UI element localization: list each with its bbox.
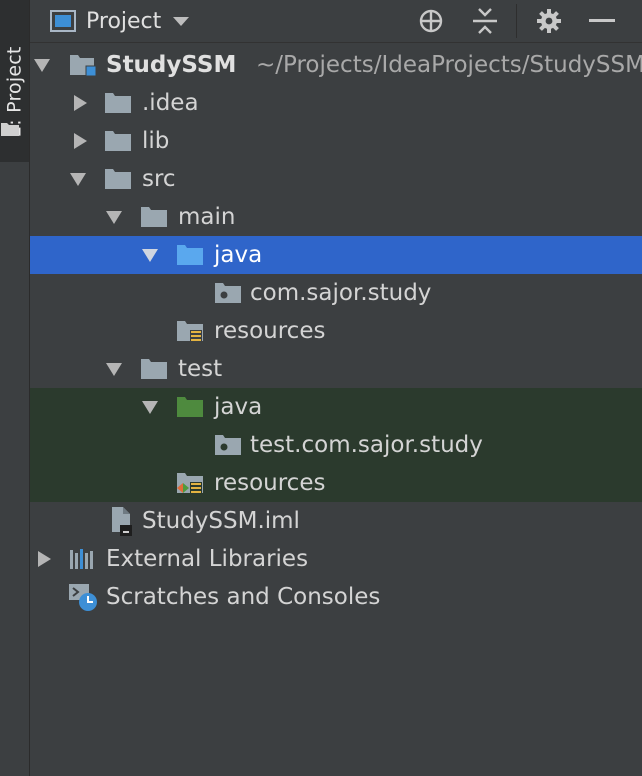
- tree-item-label: Scratches and Consoles: [106, 584, 381, 610]
- tree-item-label: com.sajor.study: [250, 280, 432, 306]
- chevron-down-icon: [173, 17, 190, 26]
- tree-item-main-java[interactable]: java: [30, 236, 642, 274]
- settings-button[interactable]: [535, 7, 563, 35]
- collapse-all-icon: [473, 8, 497, 34]
- resources-folder-icon: [177, 321, 203, 342]
- chevron-right-icon: [74, 133, 87, 149]
- tree-item-main[interactable]: main: [30, 198, 642, 236]
- minimize-icon: [589, 19, 615, 22]
- tree-item-lib[interactable]: lib: [30, 122, 642, 160]
- project-tool-tab[interactable]: 1: Project: [0, 0, 29, 162]
- project-path: ~/Projects/IdeaProjects/StudySSM: [256, 52, 642, 78]
- tree-item-label: resources: [214, 470, 326, 496]
- header-title: Project: [86, 8, 162, 34]
- folder-icon: [1, 123, 19, 136]
- chevron-down-icon: [106, 211, 122, 224]
- source-folder-icon: [177, 245, 203, 265]
- minimize-button[interactable]: [588, 7, 616, 35]
- module-folder-icon: [70, 55, 96, 77]
- folder-icon: [105, 131, 131, 151]
- tree-item-label: External Libraries: [106, 546, 309, 572]
- chevron-down-icon: [34, 59, 50, 72]
- tree-item-scratches[interactable]: Scratches and Consoles: [30, 578, 642, 616]
- tree-item-label: test.com.sajor.study: [250, 432, 483, 458]
- gear-icon: [537, 9, 561, 33]
- tree-item-src[interactable]: src: [30, 160, 642, 198]
- tree-item-label: lib: [142, 128, 170, 154]
- chevron-right-icon: [74, 95, 87, 111]
- tree-item-label: test: [178, 356, 223, 382]
- collapse-all-button[interactable]: [471, 7, 499, 35]
- tree-item-label: resources: [214, 318, 326, 344]
- locate-icon: [419, 9, 443, 33]
- tree-item-test-resources[interactable]: resources: [30, 464, 642, 502]
- tool-window-strip: 1: Project: [0, 0, 30, 776]
- tree-item-test-package[interactable]: test.com.sajor.study: [30, 426, 642, 464]
- view-selector[interactable]: Project: [50, 6, 190, 36]
- tree-item-label: java: [214, 242, 263, 268]
- tree-item-label: java: [214, 394, 263, 420]
- chevron-down-icon: [142, 249, 158, 262]
- folder-icon: [141, 359, 167, 379]
- project-view-icon: [50, 10, 76, 32]
- project-header: Project: [30, 0, 642, 43]
- tree-item-test-java[interactable]: java: [30, 388, 642, 426]
- test-folder-icon: [177, 397, 203, 417]
- tree-item-project-root[interactable]: StudySSM ~/Projects/IdeaProjects/StudySS…: [30, 46, 642, 84]
- tree-item-iml[interactable]: StudySSM.iml: [30, 502, 642, 540]
- tree-item-label: src: [142, 166, 176, 192]
- tree-item-external-libraries[interactable]: External Libraries: [30, 540, 642, 578]
- folder-icon: [141, 207, 167, 227]
- library-icon: [70, 549, 93, 569]
- folder-icon: [105, 169, 131, 189]
- tree-item-main-package[interactable]: com.sajor.study: [30, 274, 642, 312]
- tree-item-idea[interactable]: .idea: [30, 84, 642, 122]
- package-icon: [215, 283, 241, 303]
- scratches-icon: [69, 584, 97, 611]
- package-icon: [215, 435, 241, 455]
- module-file-icon: [112, 507, 132, 536]
- tree-item-main-resources[interactable]: resources: [30, 312, 642, 350]
- folder-icon: [105, 93, 131, 113]
- test-resources-folder-icon: [177, 473, 203, 494]
- project-tool-tab-label: 1: Project: [3, 46, 26, 138]
- chevron-down-icon: [70, 173, 86, 186]
- tree-item-label: .idea: [142, 90, 199, 116]
- chevron-right-icon: [38, 551, 51, 567]
- chevron-down-icon: [142, 401, 158, 414]
- chevron-down-icon: [106, 363, 122, 376]
- project-tree: StudySSM ~/Projects/IdeaProjects/StudySS…: [30, 46, 642, 616]
- header-separator: [516, 4, 517, 38]
- project-name: StudySSM: [106, 52, 237, 78]
- tree-item-test[interactable]: test: [30, 350, 642, 388]
- tree-item-label: StudySSM.iml: [142, 508, 300, 534]
- project-tool-window: 1: Project Project StudySSM ~/Projects/I…: [0, 0, 642, 776]
- tree-item-label: main: [178, 204, 236, 230]
- locate-button[interactable]: [417, 7, 445, 35]
